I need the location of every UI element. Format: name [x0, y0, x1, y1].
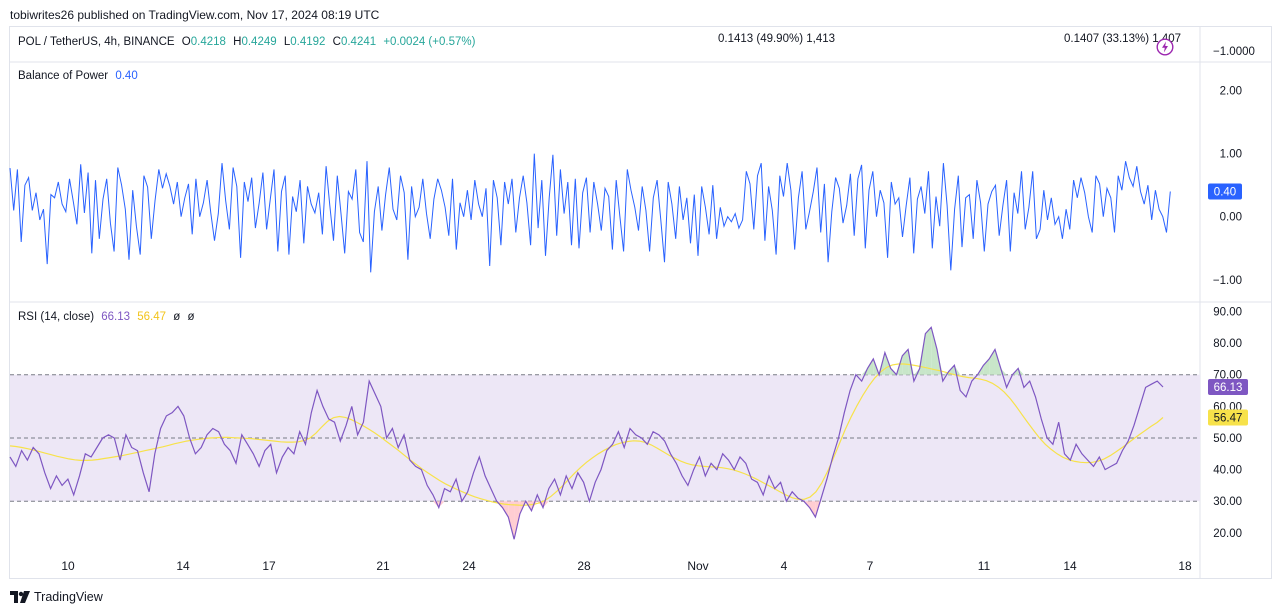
- x-tick-label-0: 10: [61, 559, 75, 573]
- chart-canvas[interactable]: 2.001.000.00−1.000.4090.0080.0070.0060.0…: [0, 0, 1281, 615]
- rsi-y-tick-4: 50.00: [1213, 433, 1242, 445]
- rsi-y-tick-0: 90.00: [1213, 306, 1242, 318]
- rsi-y-tick-1: 80.00: [1213, 338, 1242, 350]
- x-tick-label-8: 7: [867, 559, 874, 573]
- x-tick-label-2: 17: [262, 559, 276, 573]
- rsi-ma-last-value-label: 56.47: [1214, 413, 1243, 425]
- bop-y-tick-0: 2.00: [1220, 85, 1242, 97]
- x-tick-label-3: 21: [376, 559, 390, 573]
- rsi-y-tick-5: 40.00: [1213, 465, 1242, 477]
- x-tick-label-7: 4: [781, 559, 788, 573]
- footer-brand[interactable]: TradingView: [10, 590, 103, 604]
- bop-y-tick-2: 0.00: [1220, 212, 1242, 224]
- bop-y-tick-1: 1.00: [1220, 149, 1242, 161]
- x-tick-label-11: 18: [1178, 559, 1192, 573]
- x-tick-label-5: 28: [577, 559, 591, 573]
- x-tick-label-9: 11: [978, 559, 991, 573]
- x-tick-label-10: 14: [1063, 559, 1077, 573]
- bop-y-tick-3: −1.00: [1213, 275, 1242, 287]
- rsi-overbought-fill: [931, 327, 938, 375]
- x-tick-label-1: 14: [176, 559, 190, 573]
- rsi-y-tick-6: 30.00: [1213, 496, 1242, 508]
- footer-brand-label: TradingView: [34, 590, 103, 604]
- rsi-last-value-label: 66.13: [1214, 382, 1243, 394]
- bop-series-line: [9, 153, 1171, 273]
- x-tick-label-4: 24: [462, 559, 476, 573]
- rsi-y-tick-7: 20.00: [1213, 528, 1242, 540]
- tradingview-logo-icon: [10, 591, 30, 603]
- x-tick-label-6: Nov: [687, 559, 708, 573]
- bop-last-value-label: 0.40: [1214, 186, 1236, 198]
